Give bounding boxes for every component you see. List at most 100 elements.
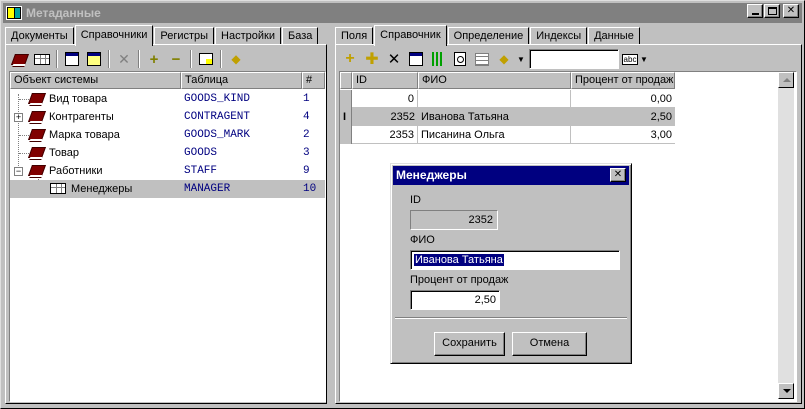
scroll-down-button[interactable] xyxy=(778,383,794,399)
grid-button[interactable] xyxy=(471,49,493,69)
book-icon xyxy=(10,53,30,65)
left-tabs: Документы Справочники Регистры Настройки… xyxy=(5,25,319,46)
table-row[interactable]: 0 0,00 xyxy=(340,90,675,108)
cancel-button[interactable]: Отмена xyxy=(512,332,587,356)
table-name: MANAGER xyxy=(184,183,231,195)
object-number: 9 xyxy=(303,165,310,177)
add-item-button[interactable]: + xyxy=(143,49,165,69)
vertical-scrollbar[interactable] xyxy=(778,72,794,399)
tree-row[interactable]: Марка товара GOODS_MARK 2 xyxy=(10,126,325,144)
add-copy-icon: ✚ xyxy=(365,51,379,68)
scroll-up-button[interactable] xyxy=(778,72,794,88)
tab-definition[interactable]: Определение xyxy=(447,27,530,45)
diamond-button[interactable]: ◆ xyxy=(493,49,515,69)
save-button[interactable]: Сохранить xyxy=(434,332,505,356)
new-catalog-button[interactable] xyxy=(9,49,31,69)
tab-indexes[interactable]: Индексы xyxy=(530,27,588,45)
col-header-percent[interactable]: Процент от продаж xyxy=(571,72,675,89)
columns-button[interactable] xyxy=(427,49,449,69)
edit-dialog: Менеджеры ✕ ID 2352 ФИО Иванова Татьяна … xyxy=(390,163,632,364)
col-header-table[interactable]: Таблица xyxy=(181,72,302,89)
tree-lines xyxy=(19,99,29,100)
diamond-button[interactable]: ◆ xyxy=(225,49,247,69)
properties-alt-icon xyxy=(87,52,101,66)
dropdown-arrow-icon: ▼ xyxy=(517,54,525,64)
add-record-button[interactable]: + xyxy=(339,49,361,69)
percent-input[interactable]: 2,50 xyxy=(410,290,500,310)
table-row[interactable]: 2353 Писанина Ольга 3,00 xyxy=(340,126,675,144)
tab-data[interactable]: Данные xyxy=(588,27,640,45)
add-icon: + xyxy=(345,50,355,67)
move-button[interactable] xyxy=(195,49,217,69)
tree-row[interactable]: Товар GOODS 3 xyxy=(10,144,325,162)
close-window-button[interactable]: ✕ xyxy=(783,4,799,18)
minus-icon: − xyxy=(171,50,181,68)
table-icon xyxy=(50,183,66,194)
tab-catalogs[interactable]: Справочники xyxy=(74,25,154,46)
book-icon xyxy=(27,129,47,140)
col-header-id[interactable]: ID xyxy=(352,72,418,89)
minimize-button[interactable] xyxy=(747,4,763,18)
maximize-button[interactable] xyxy=(764,4,780,18)
remove-item-button[interactable]: − xyxy=(165,49,187,69)
title-bar[interactable]: Метаданные xyxy=(3,3,802,23)
properties-alt-button[interactable] xyxy=(83,49,105,69)
tree-row[interactable]: − Работники STAFF 9 xyxy=(10,162,325,180)
table-name: STAFF xyxy=(184,165,218,177)
search-input[interactable] xyxy=(529,49,619,69)
table-name: GOODS_MARK xyxy=(184,129,251,141)
properties-icon xyxy=(65,52,79,66)
tree-row[interactable]: Вид товара GOODS_KIND 1 xyxy=(10,90,325,108)
text-mode-dropdown[interactable]: ▼ xyxy=(638,49,650,69)
col-header-num[interactable]: # xyxy=(302,72,325,89)
collapse-icon[interactable]: − xyxy=(14,167,23,176)
cell-percent: 3,00 xyxy=(650,129,672,141)
cell-fio: Иванова Татьяна xyxy=(421,111,509,123)
tree-item-label: Контрагенты xyxy=(49,111,114,123)
tab-registers[interactable]: Регистры xyxy=(154,27,215,45)
col-header-fio[interactable]: ФИО xyxy=(418,72,571,89)
preview-button[interactable] xyxy=(449,49,471,69)
toolbar-separator xyxy=(190,50,192,68)
properties-button[interactable] xyxy=(405,49,427,69)
fio-input[interactable]: Иванова Татьяна xyxy=(410,250,620,270)
tab-fields[interactable]: Поля xyxy=(335,27,374,45)
table-button[interactable] xyxy=(31,49,53,69)
delete-button[interactable]: ✕ xyxy=(113,49,135,69)
table-row-current[interactable]: I 2352 Иванова Татьяна 2,50 xyxy=(340,108,675,126)
delete-icon: ✕ xyxy=(118,50,130,67)
pane-splitter[interactable] xyxy=(329,25,333,405)
tab-catalog[interactable]: Справочник xyxy=(374,25,447,46)
fio-label: ФИО xyxy=(410,234,435,246)
tree-item-label: Работники xyxy=(49,165,103,177)
tree-item-label: Марка товара xyxy=(49,129,120,141)
col-header-object[interactable]: Объект системы xyxy=(10,72,181,89)
table-name: GOODS_KIND xyxy=(184,93,251,105)
arrow-up-icon xyxy=(783,78,791,82)
diamond-icon: ◆ xyxy=(231,52,241,66)
cell-fio xyxy=(418,90,571,108)
toolbar-separator xyxy=(220,50,222,68)
window-title: Метаданные xyxy=(26,6,101,20)
dropdown-button[interactable]: ▼ xyxy=(515,49,527,69)
tree-lines xyxy=(19,153,29,154)
cell-id: 2353 xyxy=(352,126,418,144)
properties-button[interactable] xyxy=(61,49,83,69)
delete-record-button[interactable]: ✕ xyxy=(383,49,405,69)
dialog-close-button[interactable]: ✕ xyxy=(610,168,626,182)
add-icon: + xyxy=(149,50,159,68)
row-cursor-icon: I xyxy=(340,108,352,126)
toolbar-separator xyxy=(108,50,110,68)
cell-percent: 0,00 xyxy=(650,93,672,105)
book-icon xyxy=(27,165,47,176)
tree-row[interactable]: + Контрагенты CONTRAGENT 4 xyxy=(10,108,325,126)
tab-database[interactable]: База xyxy=(281,27,319,45)
expand-icon[interactable]: + xyxy=(14,113,23,122)
object-number: 3 xyxy=(303,147,310,159)
dialog-title-bar[interactable]: Менеджеры xyxy=(393,166,629,185)
tab-settings[interactable]: Настройки xyxy=(215,27,281,45)
tree-row-selected[interactable]: Менеджеры MANAGER 10 xyxy=(10,180,325,198)
text-mode-button[interactable]: abc xyxy=(621,49,639,69)
copy-record-button[interactable]: ✚ xyxy=(361,49,383,69)
tab-documents[interactable]: Документы xyxy=(5,27,74,45)
